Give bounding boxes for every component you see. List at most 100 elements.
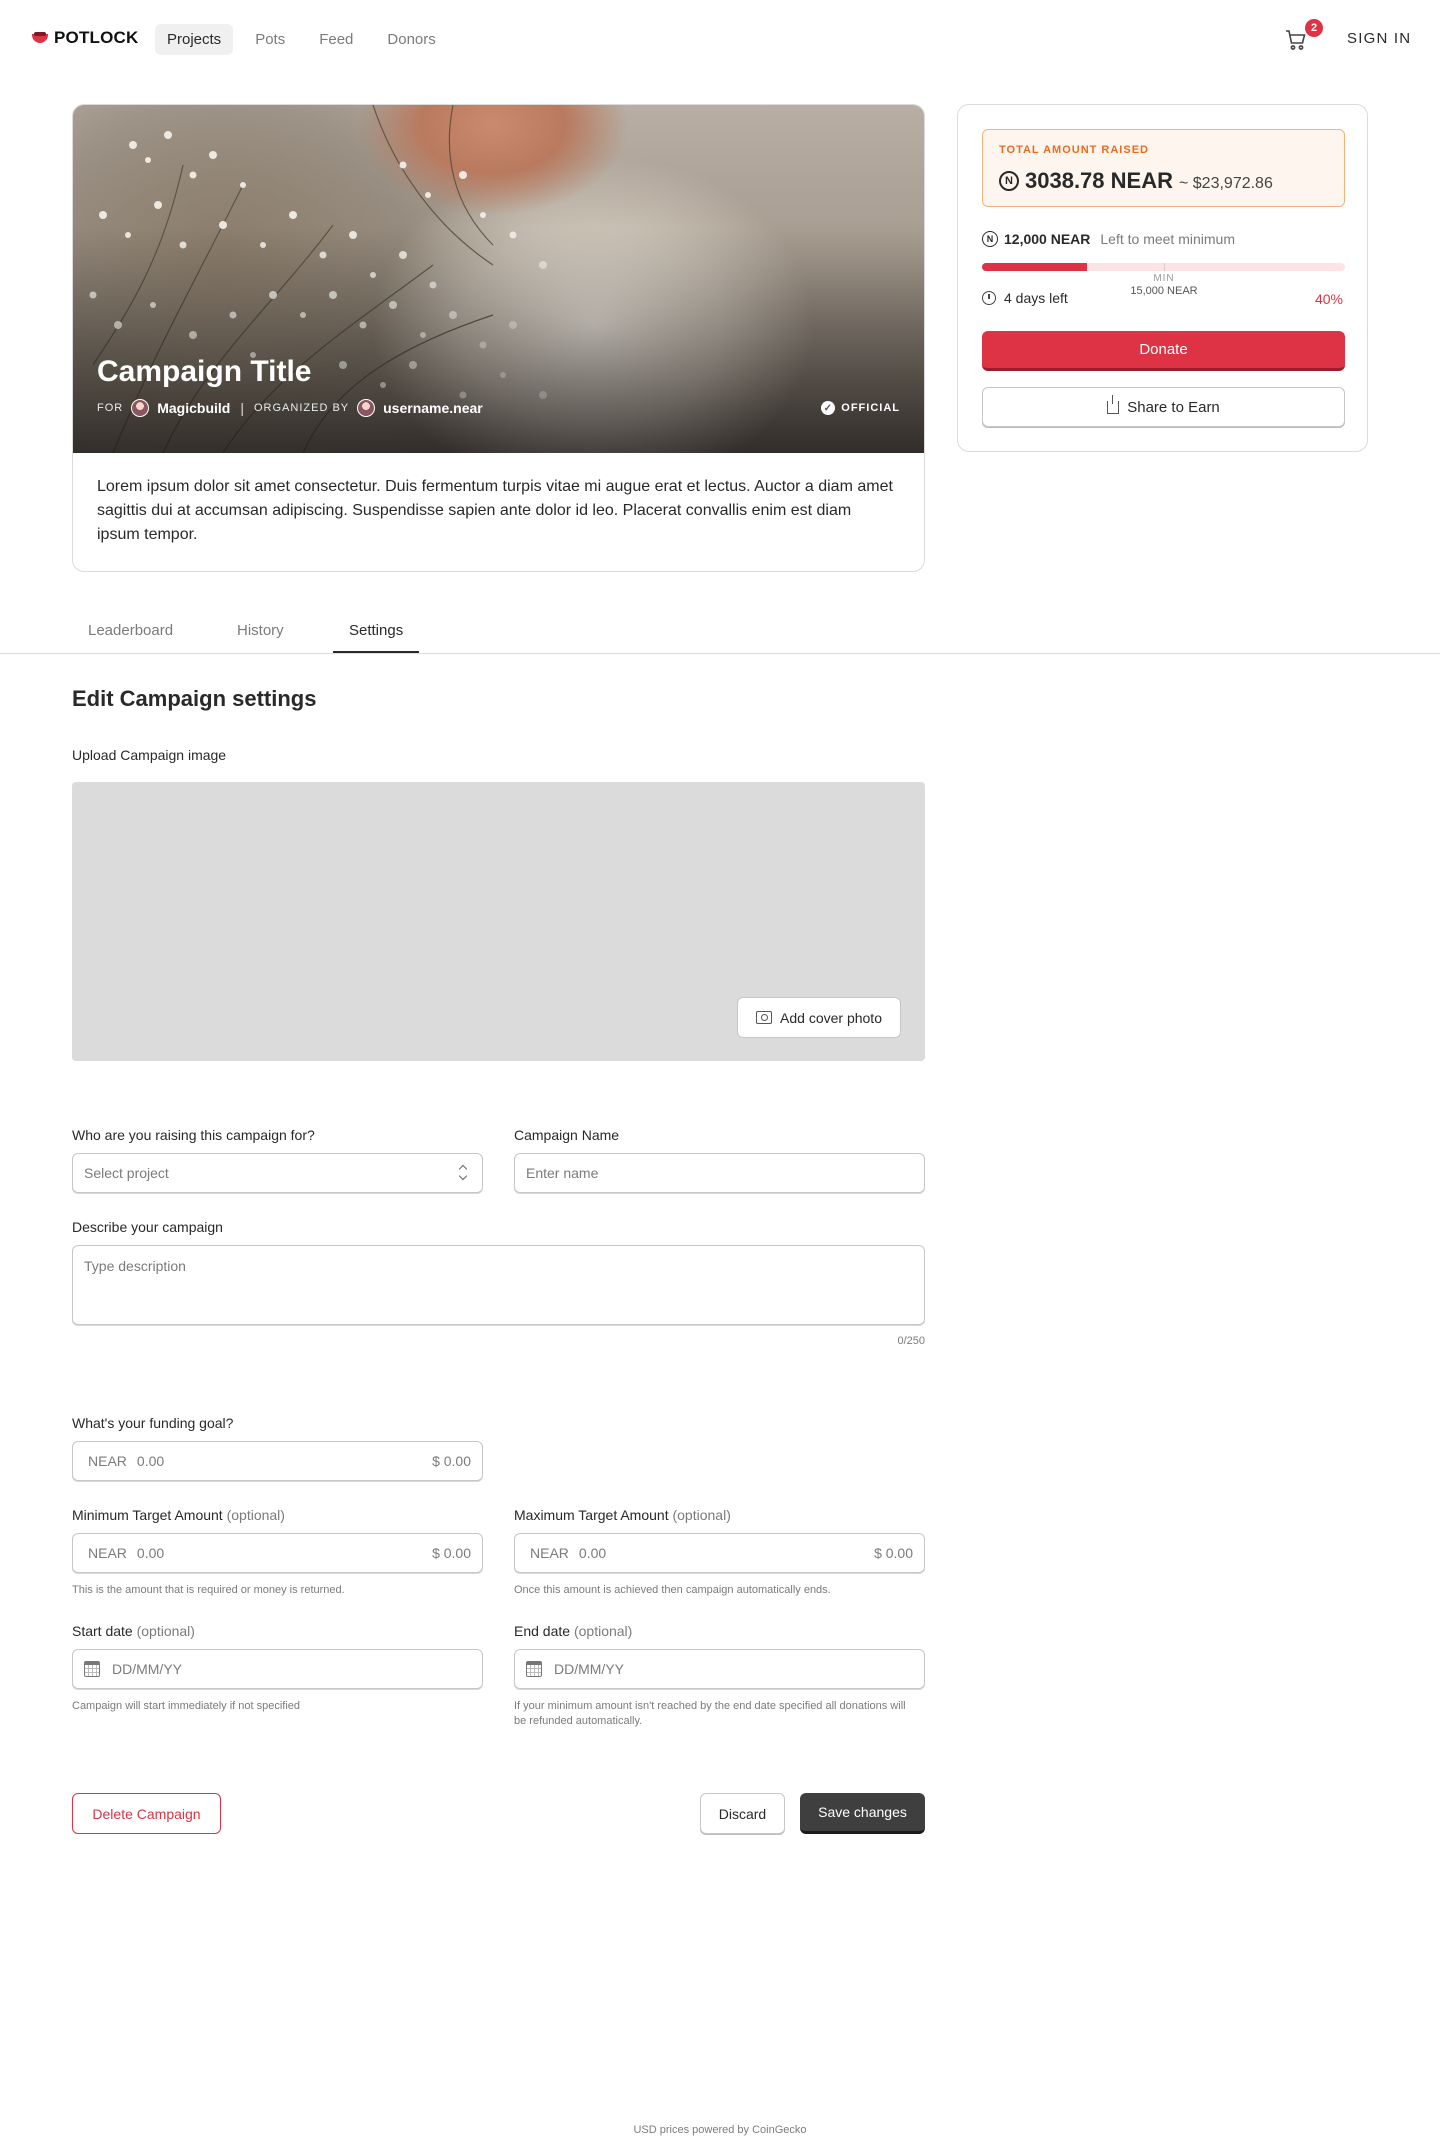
- min-label: MIN: [1153, 273, 1175, 284]
- optional-tag: (optional): [672, 1507, 731, 1523]
- funding-goal-label: What's your funding goal?: [72, 1415, 234, 1431]
- left-to-minimum: N 12,000 NEAR Left to meet minimum: [982, 231, 1235, 247]
- start-date-input[interactable]: [112, 1661, 471, 1677]
- organizer-link[interactable]: username.near: [383, 400, 483, 416]
- footer-credit: USD prices powered by CoinGecko: [633, 2124, 807, 2136]
- official-badge: ✓ OFFICIAL: [821, 401, 900, 415]
- progress-percent: 40%: [1314, 291, 1343, 307]
- tab-settings[interactable]: Settings: [333, 622, 420, 653]
- max-target-text: Maximum Target Amount: [514, 1507, 669, 1523]
- calendar-icon[interactable]: [84, 1661, 100, 1677]
- campaign-card: Campaign Title FOR Magicbuild | ORGANIZE…: [72, 104, 925, 572]
- start-date-field[interactable]: [72, 1649, 483, 1689]
- camera-icon: [756, 1011, 773, 1024]
- optional-tag: (optional): [226, 1507, 285, 1523]
- left-amount: 12,000 NEAR: [1004, 231, 1091, 247]
- organizer-avatar: [357, 399, 376, 417]
- time-remaining: 4 days left: [982, 290, 1068, 306]
- page-title: Edit Campaign settings: [72, 686, 317, 711]
- min-target-help: This is the amount that is required or m…: [72, 1584, 345, 1596]
- end-date-help: If your minimum amount isn't reached by …: [514, 1700, 906, 1727]
- discard-button[interactable]: Discard: [700, 1793, 785, 1834]
- cart-icon[interactable]: [1284, 28, 1308, 52]
- potlock-logo[interactable]: POTLOCK: [32, 28, 139, 48]
- start-date-label: Start date (optional): [72, 1623, 195, 1639]
- total-raised-label: TOTAL AMOUNT RAISED: [999, 144, 1149, 156]
- currency-prefix: NEAR: [530, 1545, 569, 1561]
- min-value: 15,000 NEAR: [1130, 285, 1198, 297]
- min-target-text: Minimum Target Amount: [72, 1507, 223, 1523]
- project-link[interactable]: Magicbuild: [157, 400, 230, 416]
- raised-usd: ~ $23,972.86: [1178, 175, 1273, 192]
- calendar-icon[interactable]: [526, 1661, 542, 1677]
- nav-link-pots[interactable]: Pots: [243, 24, 297, 55]
- verified-check-icon: ✓: [821, 401, 836, 415]
- near-logo-icon: N: [982, 231, 998, 247]
- min-target-input[interactable]: [136, 1545, 337, 1561]
- end-date-input[interactable]: [554, 1661, 913, 1677]
- currency-prefix: NEAR: [88, 1545, 127, 1561]
- end-date-label: End date (optional): [514, 1623, 632, 1639]
- share-icon: [1107, 394, 1120, 414]
- max-target-input[interactable]: [578, 1545, 779, 1561]
- optional-tag: (optional): [136, 1623, 195, 1639]
- logo-text: POTLOCK: [54, 28, 139, 47]
- min-marker-line: [1164, 263, 1165, 271]
- project-select-label: Who are you raising this campaign for?: [72, 1127, 315, 1143]
- add-cover-photo-button[interactable]: Add cover photo: [737, 997, 901, 1038]
- end-date-field[interactable]: [514, 1649, 925, 1689]
- for-label: FOR: [97, 402, 124, 414]
- progress-fill: [982, 263, 1088, 271]
- delete-campaign-button[interactable]: Delete Campaign: [72, 1793, 221, 1834]
- campaign-description: Lorem ipsum dolor sit amet consectetur. …: [97, 478, 893, 543]
- campaign-name-field[interactable]: [514, 1153, 925, 1193]
- organized-by-label: ORGANIZED BY: [254, 402, 350, 414]
- project-select[interactable]: Select project: [72, 1153, 483, 1193]
- description-field[interactable]: [72, 1245, 925, 1325]
- funding-card: TOTAL AMOUNT RAISED N 3038.78 NEAR ~ $23…: [957, 104, 1368, 452]
- max-target-field[interactable]: NEAR $ 0.00: [514, 1533, 925, 1573]
- project-avatar: [131, 399, 150, 417]
- donate-button[interactable]: Donate: [982, 331, 1345, 371]
- min-target-label: Minimum Target Amount (optional): [72, 1507, 285, 1523]
- share-label: Share to Earn: [1127, 398, 1220, 416]
- tab-leaderboard[interactable]: Leaderboard: [88, 622, 173, 651]
- save-changes-button[interactable]: Save changes: [800, 1793, 925, 1834]
- campaign-meta: FOR Magicbuild | ORGANIZED BY username.n…: [97, 399, 483, 417]
- funding-goal-input[interactable]: [136, 1453, 337, 1469]
- campaign-tabs: Leaderboard History Settings: [0, 612, 1440, 654]
- tab-history[interactable]: History: [237, 622, 284, 651]
- start-date-text: Start date: [72, 1623, 133, 1639]
- funding-goal-field[interactable]: NEAR $ 0.00: [72, 1441, 483, 1481]
- sign-in-button[interactable]: SIGN IN: [1347, 30, 1411, 47]
- raised-near: 3038.78 NEAR: [1025, 168, 1173, 193]
- nav-links: Projects Pots Feed Donors: [155, 24, 448, 55]
- currency-prefix: NEAR: [88, 1453, 127, 1469]
- campaign-title: Campaign Title: [97, 355, 312, 388]
- cart-count-badge: 2: [1305, 19, 1323, 37]
- chevron-updown-icon: [458, 1164, 468, 1182]
- left-text: Left to meet minimum: [1100, 231, 1235, 247]
- total-raised-box: TOTAL AMOUNT RAISED N 3038.78 NEAR ~ $23…: [982, 129, 1345, 207]
- days-left: 4 days left: [1004, 290, 1068, 306]
- start-date-help: Campaign will start immediately if not s…: [72, 1700, 301, 1712]
- nav-link-projects[interactable]: Projects: [155, 24, 234, 55]
- raised-amount: N 3038.78 NEAR ~ $23,972.86: [999, 168, 1273, 194]
- max-target-label: Maximum Target Amount (optional): [514, 1507, 731, 1523]
- top-nav: POTLOCK Projects Pots Feed Donors 2 SIGN…: [0, 0, 1440, 80]
- share-to-earn-button[interactable]: Share to Earn: [982, 387, 1345, 427]
- nav-link-feed[interactable]: Feed: [307, 24, 365, 55]
- min-target-field[interactable]: NEAR $ 0.00: [72, 1533, 483, 1573]
- cover-image-dropzone[interactable]: Add cover photo: [72, 782, 925, 1061]
- pot-logo-icon: [32, 31, 48, 43]
- usd-equivalent: $ 0.00: [432, 1545, 471, 1561]
- description-counter: 0/250: [897, 1335, 925, 1347]
- usd-equivalent: $ 0.00: [432, 1453, 471, 1469]
- description-textarea[interactable]: [84, 1258, 913, 1290]
- add-cover-label: Add cover photo: [780, 1009, 882, 1026]
- official-label: OFFICIAL: [841, 402, 900, 414]
- project-select-value: Select project: [84, 1165, 169, 1181]
- nav-link-donors[interactable]: Donors: [375, 24, 447, 55]
- description-label: Describe your campaign: [72, 1219, 223, 1235]
- campaign-name-input[interactable]: [526, 1165, 913, 1181]
